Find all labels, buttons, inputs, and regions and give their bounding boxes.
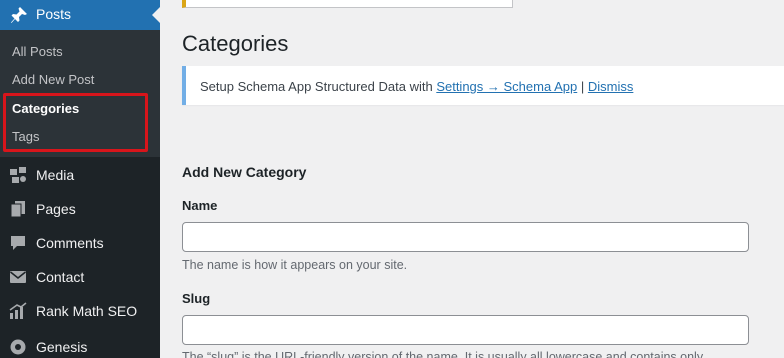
genesis-icon (9, 338, 27, 356)
annotation-highlight-box (3, 93, 148, 152)
sidebar-item-label: Media (36, 167, 75, 183)
notice-text: Setup Schema App Structured Data with (200, 79, 433, 94)
sidebar-item-label: Rank Math SEO (36, 303, 138, 319)
notice-separator: | (580, 79, 585, 94)
page-title: Categories (182, 31, 289, 56)
sidebar-item-label: Contact (36, 269, 85, 285)
pin-icon (9, 5, 29, 25)
sidebar-item-rank-math-seo[interactable]: Rank Math SEO (0, 294, 160, 328)
sidebar-item-label: Pages (36, 201, 76, 217)
sidebar-item-label: Comments (36, 235, 104, 251)
sidebar-item-contact[interactable]: Contact (0, 260, 160, 294)
sidebar-item-comments[interactable]: Comments (0, 226, 160, 260)
admin-notice-top (182, 0, 513, 8)
sidebar-item-pages[interactable]: Pages (0, 192, 160, 226)
schema-app-notice: Setup Schema App Structured Data with Se… (182, 66, 784, 105)
current-menu-arrow (152, 7, 160, 23)
schema-app-settings-link[interactable]: Settings → Schema App (436, 79, 577, 94)
sidebar-item-media[interactable]: Media (0, 158, 160, 192)
submenu-item-all-posts[interactable]: All Posts (12, 44, 63, 59)
name-description: The name is how it appears on your site. (182, 258, 408, 272)
name-input[interactable] (182, 222, 749, 252)
submenu-item-add-new-post[interactable]: Add New Post (12, 72, 94, 87)
dismiss-link[interactable]: Dismiss (588, 79, 634, 94)
sidebar-item-posts[interactable]: Posts (0, 0, 160, 30)
slug-description: The “slug” is the URL-friendly version o… (182, 350, 704, 358)
admin-sidebar: Posts All Posts Add New Post Categories … (0, 0, 160, 358)
rank-math-icon (9, 302, 27, 320)
notice-message: Setup Schema App Structured Data with Se… (200, 79, 633, 94)
contact-icon (9, 268, 27, 286)
name-label: Name (182, 198, 218, 213)
sidebar-item-label: Genesis (36, 339, 88, 355)
comments-icon (9, 234, 27, 252)
slug-input[interactable] (182, 315, 749, 345)
pages-icon (9, 200, 27, 218)
sidebar-item-genesis[interactable]: Genesis (0, 330, 160, 358)
sidebar-item-label: Posts (36, 6, 72, 22)
media-icon (9, 166, 27, 184)
add-new-category-heading: Add New Category (182, 164, 307, 180)
slug-label: Slug (182, 291, 211, 306)
